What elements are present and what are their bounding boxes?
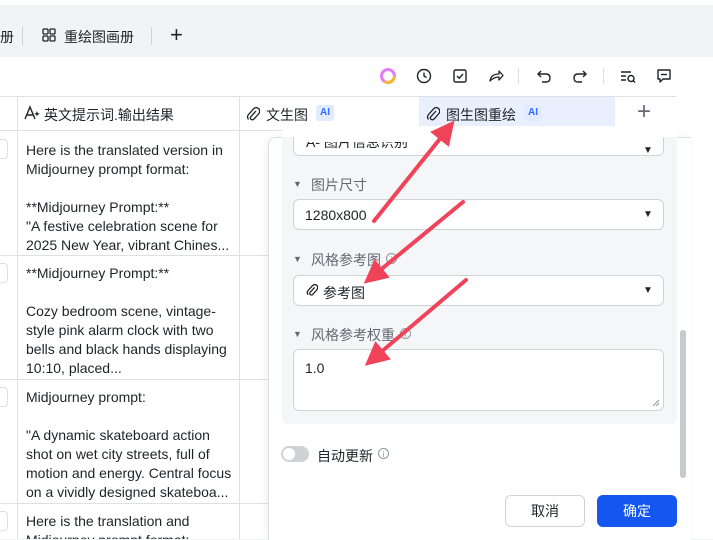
annotation-arrow <box>363 200 465 284</box>
annotation-arrows <box>363 120 468 366</box>
annotation-arrow <box>372 120 455 223</box>
annotation-arrow <box>364 278 468 366</box>
